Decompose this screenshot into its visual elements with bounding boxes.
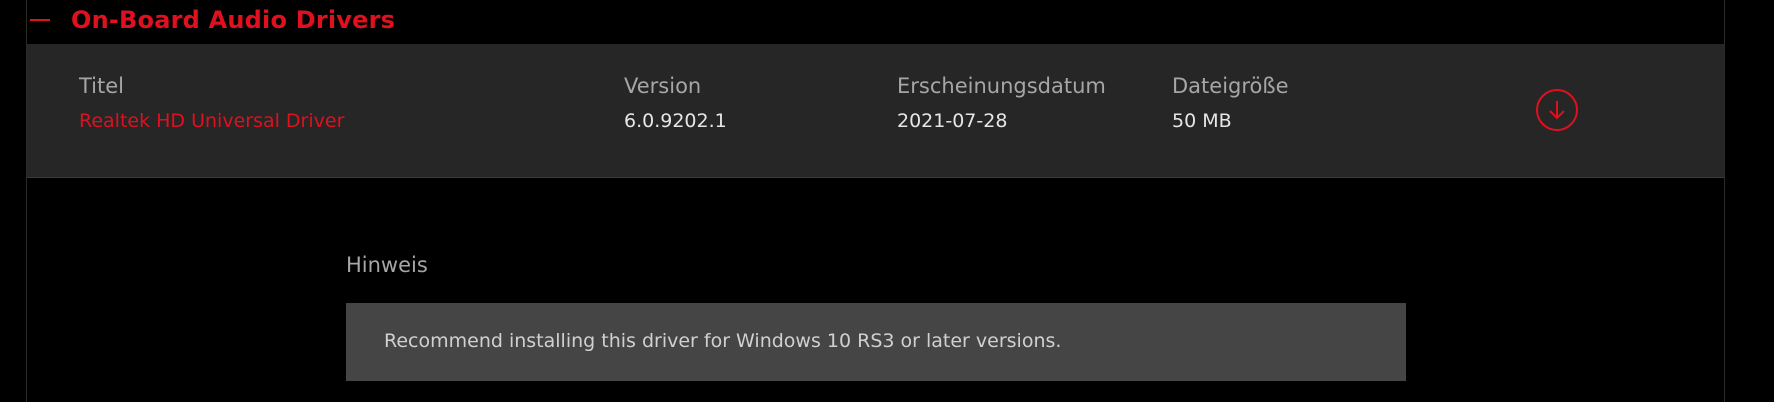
minus-icon[interactable] [30, 19, 50, 21]
file-size-column: Dateigröße 50 MB [1172, 74, 1289, 132]
driver-download-page: On-Board Audio Drivers Titel Realtek HD … [0, 0, 1774, 402]
panel-right-border [1724, 0, 1725, 402]
version-column-label: Version [624, 74, 702, 98]
file-size-column-label: Dateigröße [1172, 74, 1289, 98]
notes-box: Recommend installing this driver for Win… [346, 303, 1406, 381]
section-title: On-Board Audio Drivers [71, 6, 396, 34]
title-column-label: Titel [79, 74, 125, 98]
driver-row: Titel Realtek HD Universal Driver Versio… [27, 44, 1724, 178]
driver-version: 6.0.9202.1 [624, 110, 727, 132]
download-button[interactable] [1536, 89, 1578, 131]
release-date-column: Erscheinungsdatum 2021-07-28 [897, 74, 1106, 132]
title-column: Titel Realtek HD Universal Driver [79, 74, 344, 132]
section-header-audio-drivers[interactable]: On-Board Audio Drivers [26, 0, 1724, 44]
notes-text: Recommend installing this driver for Win… [384, 330, 1062, 352]
download-arrow-icon [1549, 101, 1565, 120]
release-date-column-label: Erscheinungsdatum [897, 74, 1106, 98]
notes-title: Hinweis [346, 253, 428, 277]
version-column: Version 6.0.9202.1 [624, 74, 727, 132]
driver-release-date: 2021-07-28 [897, 110, 1008, 132]
driver-title-link[interactable]: Realtek HD Universal Driver [79, 110, 344, 132]
notes-area: Hinweis Recommend installing this driver… [27, 178, 1724, 402]
driver-file-size: 50 MB [1172, 110, 1232, 132]
